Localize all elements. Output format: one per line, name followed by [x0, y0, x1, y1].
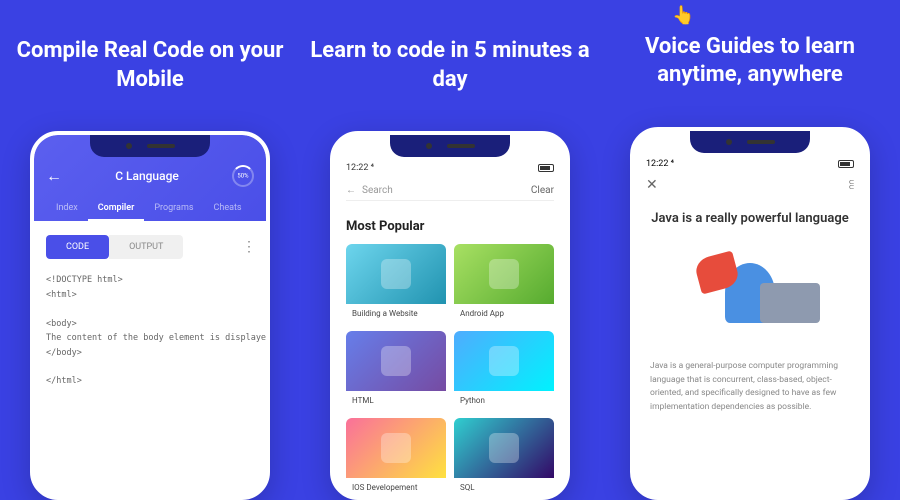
phone-notch [690, 131, 810, 153]
course-card[interactable]: Android App [454, 244, 554, 323]
phone-notch [390, 135, 510, 157]
lesson-title: Java is a really powerful language [650, 211, 850, 228]
status-time: 12:22 ⁴ [346, 163, 374, 173]
back-arrow-icon[interactable]: ← [346, 185, 356, 196]
output-toggle-button[interactable]: OUTPUT [109, 235, 183, 259]
code-toggle-button[interactable]: CODE [46, 235, 109, 259]
more-menu-icon[interactable]: ⋮ [242, 239, 254, 255]
tab-cheats[interactable]: Cheats [204, 197, 252, 221]
section-title: Most Popular [346, 219, 554, 234]
clear-button[interactable]: Clear [531, 185, 554, 196]
course-card[interactable]: Building a Website [346, 244, 446, 323]
course-card[interactable]: IOS Developement [346, 418, 446, 497]
screen-title: C Language [115, 169, 179, 183]
close-icon[interactable]: ✕ [646, 177, 658, 193]
back-arrow-icon[interactable]: ← [46, 166, 62, 186]
headline-1: Compile Real Code on your Mobile [10, 20, 290, 111]
progress-ring[interactable]: 50% [232, 165, 254, 187]
tab-bar: Index Compiler Programs Cheats [46, 197, 254, 221]
lesson-body: Java is a general-purpose computer progr… [650, 360, 850, 414]
phone-mockup-2: 12:22 ⁴ ← Search Clear Most Popular B [330, 131, 570, 500]
status-battery [538, 163, 554, 173]
panel-2: Learn to code in 5 minutes a day 12:22 ⁴… [300, 0, 600, 500]
tap-gesture-icon: 👆 [672, 5, 694, 26]
course-card[interactable]: HTML [346, 331, 446, 410]
tab-programs[interactable]: Programs [144, 197, 203, 221]
headline-2: Learn to code in 5 minutes a day [310, 20, 590, 111]
panel-3: Voice Guides to learn anytime, anywhere … [600, 0, 900, 500]
tab-index[interactable]: Index [46, 197, 88, 221]
share-icon[interactable]: ⫕ [849, 178, 854, 192]
phone-mockup-1: ← C Language 50% Index Compiler Programs… [30, 131, 270, 500]
headline-3: Voice Guides to learn anytime, anywhere [610, 15, 890, 107]
code-editor[interactable]: <!DOCTYPE html> <html> <body> The conten… [46, 273, 254, 389]
phone-notch [90, 135, 210, 157]
course-card[interactable]: Python [454, 331, 554, 410]
panel-1: Compile Real Code on your Mobile ← C Lan… [0, 0, 300, 500]
lesson-illustration [650, 238, 850, 348]
phone-mockup-3: 12:22 ⁴ ✕ ⫕ Java is a really powerful la… [630, 127, 870, 500]
tab-compiler[interactable]: Compiler [88, 197, 145, 221]
status-time: 12:22 ⁴ [646, 159, 674, 169]
search-input[interactable]: Search [362, 185, 393, 196]
course-card[interactable]: SQL [454, 418, 554, 497]
status-battery [838, 159, 854, 169]
